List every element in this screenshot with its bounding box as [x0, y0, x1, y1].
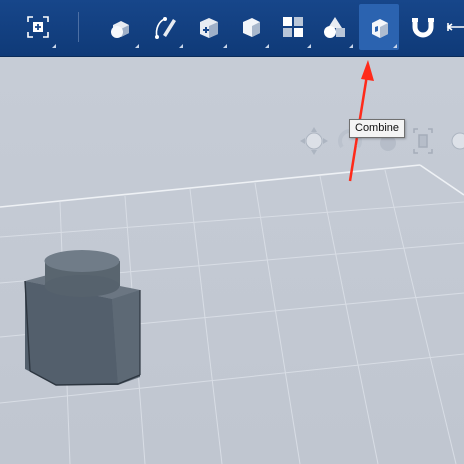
pattern-button[interactable]: [273, 4, 313, 50]
measure-button[interactable]: [444, 4, 464, 50]
sketch-button[interactable]: [145, 4, 185, 50]
combine-button[interactable]: [359, 4, 399, 50]
zoom-view-icon[interactable]: [451, 132, 464, 150]
fit-icon[interactable]: [413, 128, 433, 154]
snap-button[interactable]: [403, 4, 443, 50]
grouping-button[interactable]: [315, 4, 355, 50]
construct-icon: [200, 18, 218, 38]
main-toolbar: [0, 0, 464, 57]
combine-tooltip: Combine: [349, 119, 406, 138]
modify-button[interactable]: [231, 4, 271, 50]
fit-view-icon: [27, 16, 49, 38]
gray-block[interactable]: [24, 250, 141, 386]
sketch-icon: [155, 17, 176, 39]
measure-icon: [446, 23, 464, 31]
modify-icon: [243, 18, 260, 37]
pan-icon[interactable]: [300, 127, 328, 155]
toolbar-separator: [78, 12, 79, 42]
fit-view-button[interactable]: [18, 4, 58, 50]
primitives-button[interactable]: [101, 4, 141, 50]
construct-button[interactable]: [189, 4, 229, 50]
combine-icon: [372, 19, 388, 38]
pattern-icon: [283, 17, 303, 37]
primitives-icon: [111, 21, 129, 38]
3d-viewport[interactable]: Combine: [0, 57, 464, 464]
grouping-icon: [324, 17, 345, 38]
snap-icon: [412, 18, 434, 38]
